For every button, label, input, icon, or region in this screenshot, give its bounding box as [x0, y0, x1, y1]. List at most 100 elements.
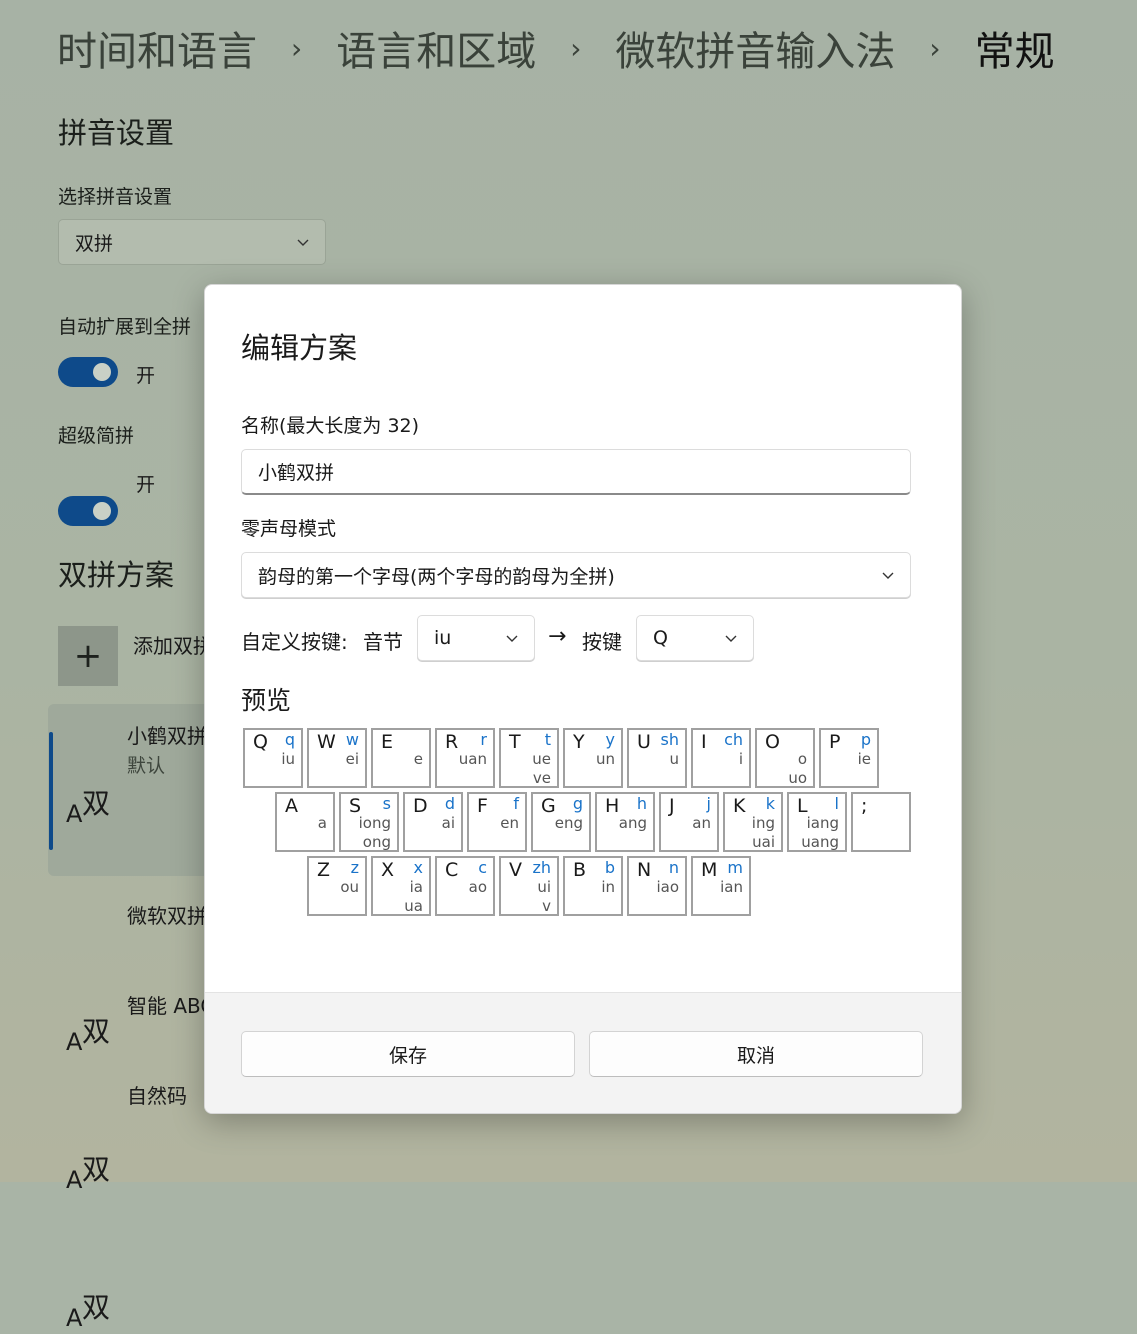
key-yunmu: en: [500, 814, 519, 832]
key-yunmu: ie: [857, 750, 871, 768]
scheme-name-ziranma[interactable]: 自然码: [127, 1080, 187, 1109]
key-letter: K: [733, 795, 746, 817]
syllable-dropdown[interactable]: iu: [417, 615, 535, 661]
breadcrumb-time-language[interactable]: 时间和语言: [57, 19, 257, 77]
key-shengmu: c: [478, 858, 487, 877]
toggle-knob: [93, 502, 111, 520]
name-input[interactable]: 小鹤双拼: [241, 449, 911, 495]
key-e: Ee: [371, 728, 431, 788]
breadcrumb-general: 常规: [974, 29, 1055, 75]
key-yunmu: ei: [345, 750, 359, 768]
key-letter: J: [669, 795, 675, 817]
key-yunmu: iong: [358, 814, 391, 832]
scheme-name-xiaohe: 小鹤双拼: [127, 724, 207, 748]
key-yunmu: uan: [458, 750, 487, 768]
scheme-name-abc[interactable]: 智能 ABC: [127, 990, 214, 1019]
chevron-right-icon: ›: [570, 31, 582, 65]
key-u: Ush u: [627, 728, 687, 788]
key-letter: V: [509, 859, 522, 881]
key-shengmu: zh: [532, 858, 551, 877]
ime-shuangpin-icon: 双A: [66, 787, 111, 828]
chevron-down-icon: [506, 635, 518, 642]
key-s: Ss iong ong: [339, 792, 399, 852]
key-shengmu: f: [513, 794, 519, 813]
key-letter: Z: [317, 859, 331, 881]
auto-expand-toggle[interactable]: [58, 357, 118, 387]
key-letter: H: [605, 795, 620, 817]
key-letter: G: [541, 795, 556, 817]
ime-shuangpin-icon: 双A: [66, 1015, 111, 1056]
key-f: Ff en: [467, 792, 527, 852]
key-yunmu: a: [317, 814, 327, 832]
key-yunmu: ong: [362, 833, 391, 851]
key-yunmu: ang: [618, 814, 647, 832]
key-yunmu: ian: [720, 878, 743, 896]
key-w: Ww ei: [307, 728, 367, 788]
key-letter: P: [829, 731, 841, 753]
syllable-value: iu: [434, 627, 452, 649]
zero-initial-dropdown[interactable]: 韵母的第一个字母(两个字母的韵母为全拼): [241, 552, 911, 598]
key-yunmu: iu: [281, 750, 295, 768]
key-yunmu: uo: [788, 769, 807, 787]
ime-shuangpin-icon: 双A: [66, 1291, 111, 1332]
key-yunmu: ve: [532, 769, 551, 787]
key-yunmu: i: [738, 750, 743, 768]
key-yunmu: ou: [340, 878, 359, 896]
key-yunmu: ai: [441, 814, 455, 832]
super-abbrev-toggle[interactable]: [58, 496, 118, 526]
selection-indicator: [49, 732, 53, 850]
name-input-value: 小鹤双拼: [258, 462, 335, 484]
key-yunmu: un: [595, 750, 615, 768]
cancel-button[interactable]: 取消: [589, 1031, 923, 1077]
dialog-title: 编辑方案: [241, 331, 358, 365]
key-letter: Q: [253, 731, 268, 753]
key-letter: Y: [573, 731, 585, 753]
key-yunmu: ing: [751, 814, 775, 832]
pinyin-mode-value: 双拼: [75, 232, 114, 255]
key-letter: I: [701, 731, 707, 753]
super-abbrev-label: 超级简拼: [58, 425, 135, 447]
scheme-name-microsoft[interactable]: 微软双拼: [127, 900, 207, 929]
super-abbrev-state: 开: [136, 474, 156, 496]
name-field-label: 名称(最大长度为 32): [241, 415, 420, 437]
key-shengmu: s: [382, 794, 391, 813]
key-shengmu: q: [284, 730, 295, 749]
syllable-label: 音节: [363, 630, 403, 654]
key-l: Ll iang uang: [787, 792, 847, 852]
key-h: Hh ang: [595, 792, 655, 852]
key-yunmu: iang: [806, 814, 839, 832]
save-button[interactable]: 保存: [241, 1031, 575, 1077]
key-yunmu: ui: [537, 878, 551, 896]
key-shengmu: b: [604, 858, 615, 877]
key-letter: A: [285, 795, 298, 817]
key-letter: D: [413, 795, 428, 817]
key-letter: B: [573, 859, 587, 881]
key-letter: T: [509, 731, 521, 753]
chevron-down-icon: [297, 239, 309, 246]
key-yunmu: ao: [468, 878, 487, 896]
key-y: Yy un: [563, 728, 623, 788]
key-p: Pp ie: [819, 728, 879, 788]
zero-initial-label: 零声母模式: [241, 518, 337, 540]
key-letter: O: [765, 731, 780, 753]
key-r: Rr uan: [435, 728, 495, 788]
key-letter: C: [445, 859, 459, 881]
key-a: Aa: [275, 792, 335, 852]
edit-scheme-dialog: 编辑方案 名称(最大长度为 32) 小鹤双拼 零声母模式 韵母的第一个字母(两个…: [204, 284, 962, 1114]
key-i: Ich i: [691, 728, 751, 788]
dialog-footer: 保存 取消: [205, 992, 961, 1113]
key-j: Jj an: [659, 792, 719, 852]
chevron-down-icon: [725, 635, 737, 642]
toggle-knob: [93, 363, 111, 381]
breadcrumb-language-region[interactable]: 语言和区域: [336, 19, 536, 77]
key-b: Bb in: [563, 856, 623, 916]
key-letter: E: [381, 731, 394, 753]
key-yunmu: v: [542, 897, 551, 915]
pinyin-mode-select[interactable]: 双拼: [58, 219, 326, 265]
key-n: Nn iao: [627, 856, 687, 916]
pinyin-settings-title: 拼音设置: [58, 116, 175, 150]
breadcrumb-ms-pinyin[interactable]: 微软拼音输入法: [615, 19, 895, 77]
auto-expand-state: 开: [136, 365, 156, 387]
add-scheme-button[interactable]: +: [58, 626, 118, 686]
key-dropdown[interactable]: Q: [636, 615, 754, 661]
